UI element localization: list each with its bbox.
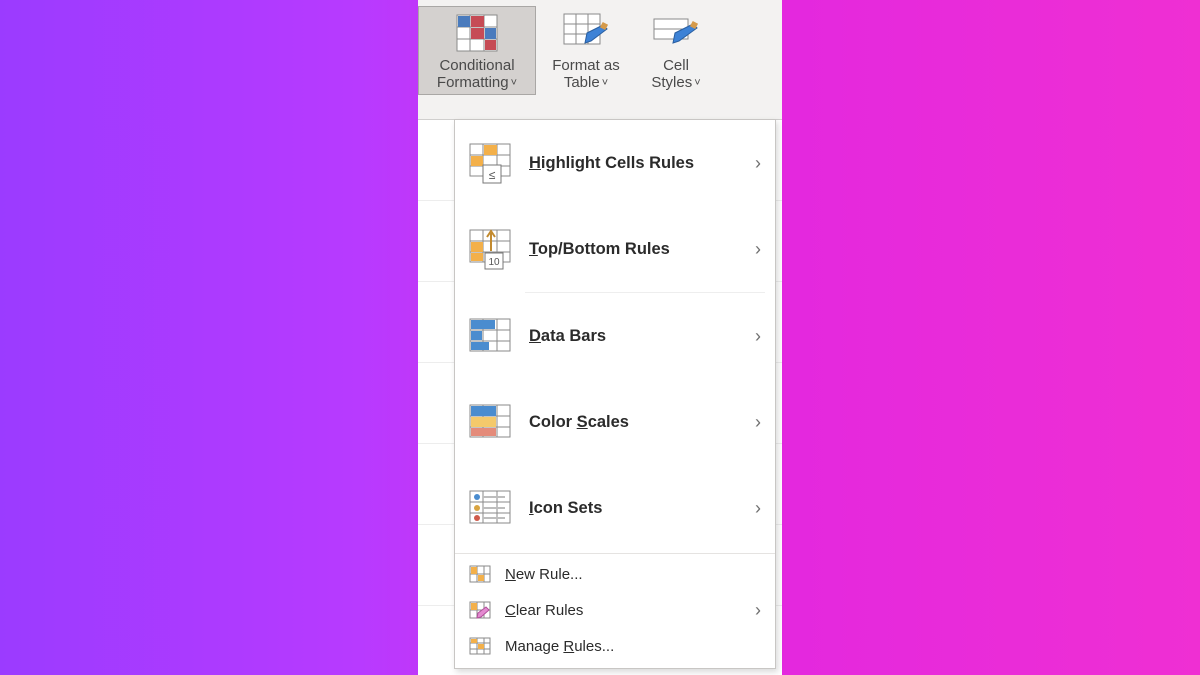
- chevron-right-icon: ›: [755, 600, 761, 621]
- chevron-right-icon: ›: [755, 239, 761, 260]
- svg-text:≤: ≤: [489, 168, 496, 182]
- top-bottom-rules-icon: 10: [469, 227, 513, 271]
- conditional-formatting-icon: [453, 11, 501, 55]
- menu-item-color-scales[interactable]: Color Scales ›: [455, 379, 775, 465]
- ribbon-styles-group: Conditional Formatting˅ Format as Tab: [418, 0, 782, 120]
- chevron-right-icon: ›: [755, 326, 761, 347]
- chevron-right-icon: ›: [755, 153, 761, 174]
- color-scales-icon: [469, 400, 513, 444]
- app-panel: Conditional Formatting˅ Format as Tab: [418, 0, 782, 675]
- manage-rules-icon: [469, 635, 491, 657]
- menu-item-clear-rules[interactable]: Clear Rules ›: [455, 592, 775, 628]
- ribbon-label: Cell: [663, 57, 689, 74]
- menu-label: Data Bars: [529, 327, 747, 346]
- conditional-formatting-dropdown: ≤ Highlight Cells Rules › 10: [454, 119, 776, 669]
- menu-item-manage-rules[interactable]: Manage Rules...: [455, 628, 775, 664]
- menu-item-data-bars[interactable]: Data Bars ›: [455, 293, 775, 379]
- menu-item-icon-sets[interactable]: Icon Sets ›: [455, 465, 775, 551]
- chevron-right-icon: ›: [755, 412, 761, 433]
- menu-label: Clear Rules: [505, 602, 747, 619]
- ribbon-label: Formatting˅: [437, 74, 517, 91]
- clear-rules-icon: [469, 599, 491, 621]
- menu-label: Color Scales: [529, 413, 747, 432]
- chevron-down-icon: ˅: [511, 77, 517, 90]
- conditional-formatting-button[interactable]: Conditional Formatting˅: [418, 6, 536, 95]
- ribbon-label: Styles˅: [651, 74, 700, 91]
- menu-label: Icon Sets: [529, 499, 747, 518]
- highlight-cells-rules-icon: ≤: [469, 141, 513, 185]
- ribbon-label: Conditional: [439, 57, 514, 74]
- chevron-right-icon: ›: [755, 498, 761, 519]
- menu-item-new-rule[interactable]: New Rule...: [455, 556, 775, 592]
- menu-label: Manage Rules...: [505, 638, 761, 655]
- chevron-down-icon: ˅: [602, 77, 608, 90]
- cell-styles-button[interactable]: Cell Styles˅: [636, 6, 716, 95]
- menu-separator: [455, 553, 775, 554]
- icon-sets-icon: [469, 486, 513, 530]
- svg-text:10: 10: [488, 257, 500, 268]
- chevron-down-icon: ˅: [694, 77, 700, 90]
- data-bars-icon: [469, 314, 513, 358]
- ribbon-label: Format as: [552, 57, 620, 74]
- menu-label: Top/Bottom Rules: [529, 240, 747, 259]
- format-as-table-button[interactable]: Format as Table˅: [536, 6, 636, 95]
- new-rule-icon: [469, 563, 491, 585]
- ribbon-label: Table˅: [564, 74, 608, 91]
- menu-item-highlight-cells-rules[interactable]: ≤ Highlight Cells Rules ›: [455, 120, 775, 206]
- menu-label: Highlight Cells Rules: [529, 154, 747, 173]
- menu-label: New Rule...: [505, 566, 761, 583]
- cell-styles-icon: [652, 11, 700, 55]
- format-as-table-icon: [562, 11, 610, 55]
- menu-item-top-bottom-rules[interactable]: 10 Top/Bottom Rules ›: [455, 206, 775, 292]
